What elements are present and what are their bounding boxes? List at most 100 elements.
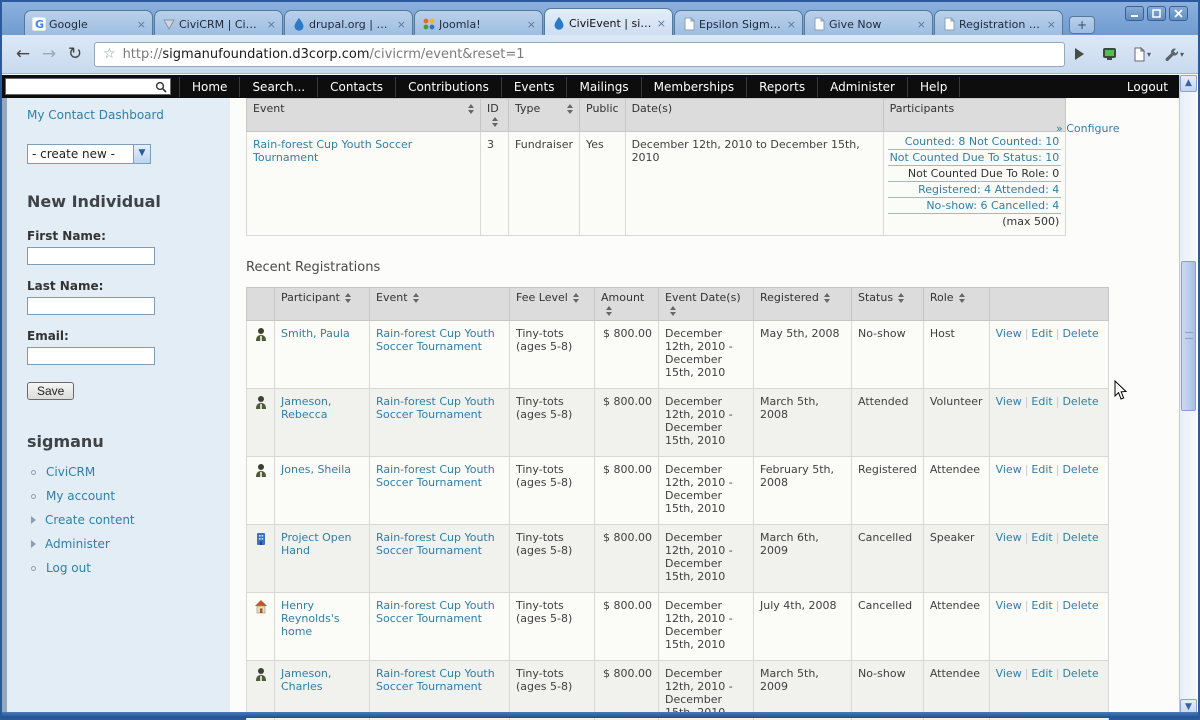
maximize-button[interactable] bbox=[1147, 6, 1166, 21]
col-status[interactable]: Status bbox=[852, 288, 924, 321]
sidebar-item-administer[interactable]: Administer bbox=[31, 537, 230, 551]
view-link[interactable]: View bbox=[996, 395, 1022, 408]
last-name-field[interactable] bbox=[27, 297, 155, 315]
event-link[interactable]: Rain-forest Cup Youth Soccer Tournament bbox=[376, 599, 495, 625]
address-bar[interactable]: ☆ http://sigmanufoundation.d3corp.com/ci… bbox=[94, 42, 1065, 67]
tab-close-icon[interactable]: × bbox=[136, 18, 147, 31]
event-link[interactable]: Rain-forest Cup Youth Soccer Tournament bbox=[376, 395, 495, 421]
col-role[interactable]: Role bbox=[923, 288, 989, 321]
view-link[interactable]: View bbox=[996, 463, 1022, 476]
participant-link[interactable]: Henry Reynolds's home bbox=[281, 599, 340, 638]
tab-registration-form[interactable]: Registration Form × bbox=[934, 10, 1063, 37]
delete-link[interactable]: Delete bbox=[1062, 463, 1098, 476]
menu-help[interactable]: Help bbox=[908, 77, 960, 97]
col-id[interactable]: ID bbox=[481, 99, 509, 132]
edit-link[interactable]: Edit bbox=[1031, 327, 1052, 340]
event-link[interactable]: Rain-forest Cup Youth Soccer Tournament bbox=[376, 667, 495, 693]
menu-home[interactable]: Home bbox=[179, 77, 240, 97]
view-link[interactable]: View bbox=[996, 531, 1022, 544]
edit-link[interactable]: Edit bbox=[1031, 667, 1052, 680]
first-name-field[interactable] bbox=[27, 247, 155, 265]
tab-close-icon[interactable]: × bbox=[1046, 18, 1057, 31]
sort-icon[interactable] bbox=[606, 306, 612, 316]
menu-administer[interactable]: Administer bbox=[818, 77, 908, 97]
scroll-up-icon[interactable]: ▲ bbox=[1180, 75, 1197, 92]
event-link[interactable]: Rain-forest Cup Youth Soccer Tournament bbox=[376, 531, 495, 557]
tab-close-icon[interactable]: × bbox=[266, 18, 277, 31]
close-button[interactable] bbox=[1169, 6, 1188, 21]
col-event[interactable]: Event bbox=[370, 288, 510, 321]
participant-link[interactable]: Smith, Paula bbox=[281, 327, 350, 340]
quick-search-input[interactable] bbox=[5, 78, 171, 95]
wrench-menu-icon[interactable]: ▾ bbox=[1163, 43, 1185, 65]
tab-drupal[interactable]: drupal.org | Co... × bbox=[284, 10, 413, 37]
tab-close-icon[interactable]: × bbox=[916, 18, 927, 31]
menu-contacts[interactable]: Contacts bbox=[318, 77, 396, 97]
edit-link[interactable]: Edit bbox=[1031, 395, 1052, 408]
tab-close-icon[interactable]: × bbox=[396, 18, 407, 31]
col-fee-level[interactable]: Fee Level bbox=[510, 288, 595, 321]
not-counted-status-link[interactable]: Not Counted Due To Status: 10 bbox=[890, 151, 1060, 164]
participant-link[interactable]: Jones, Sheila bbox=[281, 463, 351, 476]
cancelled-link[interactable]: Cancelled: 4 bbox=[991, 199, 1059, 212]
sort-icon[interactable] bbox=[824, 293, 830, 303]
col-type[interactable]: Type bbox=[509, 99, 580, 132]
email-field[interactable] bbox=[27, 347, 155, 365]
view-link[interactable]: View bbox=[996, 667, 1022, 680]
col-participant[interactable]: Participant bbox=[275, 288, 370, 321]
my-contact-dashboard-link[interactable]: My Contact Dashboard bbox=[27, 108, 164, 122]
sort-icon[interactable] bbox=[413, 293, 419, 303]
save-button[interactable]: Save bbox=[27, 382, 74, 400]
scrollbar-thumb[interactable] bbox=[1181, 261, 1196, 411]
tab-joomla[interactable]: Joomla! × bbox=[414, 10, 543, 37]
participant-link[interactable]: Project Open Hand bbox=[281, 531, 352, 557]
participant-link[interactable]: Jameson, Charles bbox=[281, 667, 331, 693]
chevron-down-icon[interactable]: ▼ bbox=[133, 145, 150, 163]
col-registered[interactable]: Registered bbox=[754, 288, 852, 321]
registered-link[interactable]: Registered: 4 bbox=[918, 183, 991, 196]
tab-close-icon[interactable]: × bbox=[656, 17, 667, 30]
logout-link[interactable]: Logout bbox=[1113, 77, 1182, 97]
menu-contributions[interactable]: Contributions bbox=[396, 77, 502, 97]
col-event-dates[interactable]: Event Date(s) bbox=[659, 288, 754, 321]
forward-button[interactable]: → bbox=[36, 42, 62, 66]
edit-link[interactable]: Edit bbox=[1031, 599, 1052, 612]
bookmark-star-icon[interactable]: ☆ bbox=[103, 46, 116, 62]
sort-icon[interactable] bbox=[492, 117, 498, 127]
sidebar-item-log-out[interactable]: Log out bbox=[31, 561, 230, 575]
not-counted-link[interactable]: Not Counted: 10 bbox=[969, 135, 1059, 148]
tab-close-icon[interactable]: × bbox=[786, 18, 797, 31]
configure-link[interactable]: » Configure bbox=[1056, 122, 1120, 135]
create-new-select[interactable]: - create new - ▼ bbox=[27, 144, 151, 164]
new-tab-button[interactable]: + bbox=[1069, 16, 1095, 34]
attended-link[interactable]: Attended: 4 bbox=[995, 183, 1060, 196]
reload-button[interactable]: ↻ bbox=[62, 42, 88, 66]
participant-link[interactable]: Jameson, Rebecca bbox=[281, 395, 331, 421]
col-amount[interactable]: Amount bbox=[595, 288, 659, 321]
delete-link[interactable]: Delete bbox=[1062, 327, 1098, 340]
sort-icon[interactable] bbox=[898, 293, 904, 303]
sort-icon[interactable] bbox=[468, 104, 474, 114]
tab-epsilon-sigma[interactable]: Epsilon Sigma Al... × bbox=[674, 10, 803, 37]
event-link[interactable]: Rain-forest Cup Youth Soccer Tournament bbox=[376, 463, 495, 489]
minimize-button[interactable] bbox=[1125, 6, 1144, 21]
extension-icon[interactable] bbox=[1099, 43, 1121, 65]
no-show-link[interactable]: No-show: 6 bbox=[926, 199, 987, 212]
sort-icon[interactable] bbox=[670, 306, 676, 316]
view-link[interactable]: View bbox=[996, 327, 1022, 340]
menu-events[interactable]: Events bbox=[502, 77, 568, 97]
sidebar-item-create-content[interactable]: Create content bbox=[31, 513, 230, 527]
delete-link[interactable]: Delete bbox=[1062, 599, 1098, 612]
vertical-scrollbar[interactable]: ▲ ▼ bbox=[1179, 75, 1196, 716]
sort-icon[interactable] bbox=[345, 293, 351, 303]
menu-reports[interactable]: Reports bbox=[747, 77, 818, 97]
event-link[interactable]: Rain-forest Cup Youth Soccer Tournament bbox=[253, 138, 412, 164]
edit-link[interactable]: Edit bbox=[1031, 463, 1052, 476]
tab-google[interactable]: G Google × bbox=[24, 10, 153, 37]
delete-link[interactable]: Delete bbox=[1062, 531, 1098, 544]
edit-link[interactable]: Edit bbox=[1031, 531, 1052, 544]
sidebar-item-civicrm[interactable]: CiviCRM bbox=[31, 465, 230, 479]
back-button[interactable]: ← bbox=[10, 42, 36, 66]
view-link[interactable]: View bbox=[996, 599, 1022, 612]
page-menu-icon[interactable]: ▾ bbox=[1131, 43, 1153, 65]
